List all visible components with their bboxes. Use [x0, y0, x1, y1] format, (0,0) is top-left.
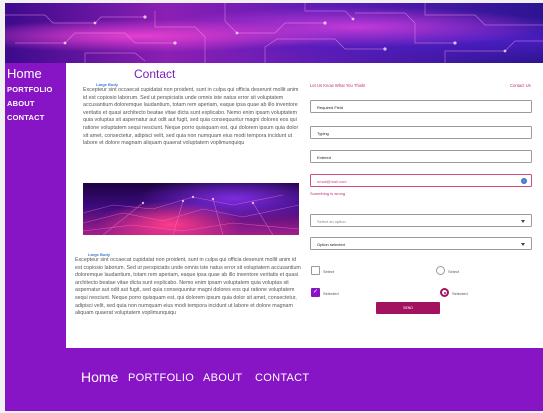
footer-portfolio-link[interactable]: PORTFOLIO	[128, 372, 194, 384]
select-value: Option selected	[317, 242, 345, 247]
error-message: Something is wrong	[310, 191, 346, 196]
nav-contact-link[interactable]: CONTACT	[7, 113, 45, 122]
footer-about-link[interactable]: ABOUT	[203, 372, 242, 384]
footer-navigation: Home PORTFOLIO ABOUT CONTACT	[5, 348, 543, 411]
header-banner-image	[5, 3, 543, 63]
select-dropdown-empty[interactable]: Select an option	[310, 214, 532, 227]
select-placeholder: Select an option	[317, 219, 346, 224]
radio-checked-label: Selected	[452, 291, 468, 296]
checkbox-unchecked[interactable]	[311, 266, 320, 275]
required-field-input[interactable]: Required Field	[310, 100, 532, 113]
body-paragraph-1: Excepteur sint occaecat cupidatat non pr…	[83, 87, 299, 147]
checkbox-checked[interactable]: ✓	[311, 288, 320, 297]
footer-home-link[interactable]: Home	[81, 369, 118, 385]
entered-field-input[interactable]: Entered	[310, 150, 532, 163]
nav-about-link[interactable]: ABOUT	[7, 99, 35, 108]
form-heading: Let Us Know What You Think!	[310, 83, 366, 88]
info-icon[interactable]: i	[521, 178, 527, 184]
side-navigation: Home PORTFOLIO ABOUT CONTACT	[5, 63, 66, 348]
email-field-input[interactable]: email@mail.com i	[310, 174, 532, 187]
checkbox-checked-label: Selected	[323, 291, 339, 296]
circuit-pattern	[5, 3, 543, 63]
send-button[interactable]: SEND	[376, 302, 440, 314]
page-frame: Home PORTFOLIO ABOUT CONTACT Contact Lar…	[5, 3, 543, 411]
email-field-value: email@mail.com	[317, 179, 347, 184]
radio-checked[interactable]	[440, 288, 449, 297]
circuit-image	[83, 183, 299, 235]
footer-contact-link[interactable]: CONTACT	[255, 372, 309, 384]
select-dropdown-selected[interactable]: Option selected	[310, 237, 532, 250]
checkbox-unchecked-label: Select	[323, 269, 335, 274]
contact-us-link[interactable]: Contact Us	[510, 83, 531, 88]
required-field-value: Required Field	[317, 105, 344, 110]
body-paragraph-2: Excepteur sint occaecat cupidatat non pr…	[75, 257, 301, 317]
nav-home-link[interactable]: Home	[7, 66, 42, 81]
radio-unchecked[interactable]	[436, 266, 445, 275]
chevron-down-icon	[521, 242, 525, 246]
main-content: Contact Large Body Excepteur sint occaec…	[66, 63, 543, 348]
entered-field-value: Entered	[317, 155, 332, 160]
typing-field-input[interactable]: Typing	[310, 126, 532, 139]
chevron-down-icon	[521, 219, 525, 223]
radio-unchecked-label: Select	[448, 269, 460, 274]
page-title: Contact	[134, 67, 176, 81]
nav-portfolio-link[interactable]: PORTFOLIO	[7, 85, 53, 94]
typing-field-value: Typing	[317, 131, 329, 136]
circuit-image-pattern	[83, 194, 299, 235]
